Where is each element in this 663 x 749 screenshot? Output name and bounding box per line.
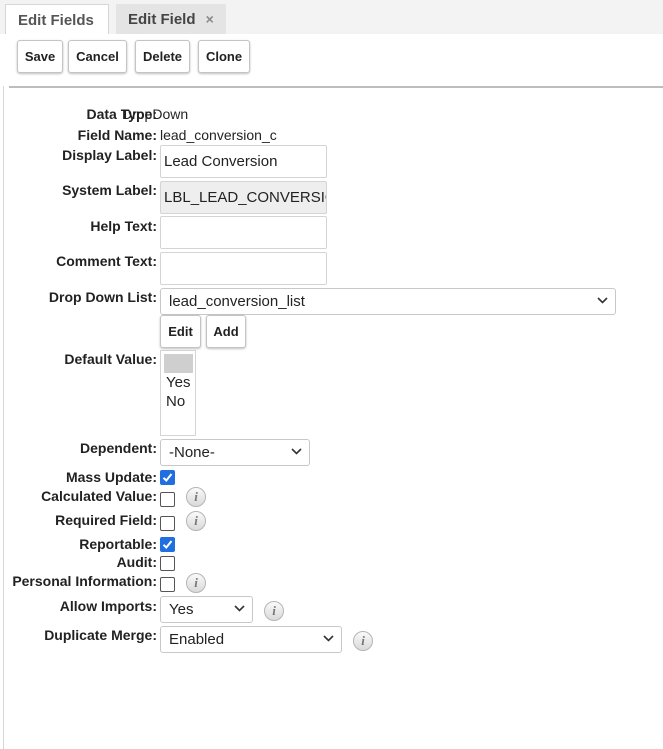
- chevron-down-icon: [323, 635, 334, 642]
- tab-edit-fields[interactable]: Edit Fields: [5, 4, 109, 34]
- chevron-down-icon: [234, 605, 245, 612]
- add-list-button[interactable]: Add: [206, 315, 246, 348]
- default-value-option-no[interactable]: No: [161, 392, 195, 411]
- audit-checkbox[interactable]: [160, 556, 175, 571]
- dependent-label: Dependent:: [80, 440, 157, 456]
- help-text-label: Help Text:: [90, 218, 157, 234]
- allow-imports-select[interactable]: Yes: [160, 596, 253, 623]
- display-label-label: Display Label:: [62, 147, 157, 163]
- chevron-down-icon: [291, 448, 302, 455]
- drop-down-list-value: lead_conversion_list: [169, 293, 305, 310]
- default-value-option-yes[interactable]: Yes: [161, 373, 195, 392]
- cancel-button[interactable]: Cancel: [68, 40, 127, 73]
- comment-text-input[interactable]: [160, 252, 327, 285]
- delete-button[interactable]: Delete: [135, 40, 190, 73]
- toolbar: Save Cancel Delete Clone: [0, 34, 663, 86]
- tab-edit-fields-label: Edit Fields: [18, 12, 94, 29]
- required-field-checkbox[interactable]: [160, 516, 175, 531]
- personal-information-label: Personal Information:: [12, 573, 157, 589]
- dependent-select[interactable]: -None-: [160, 439, 310, 466]
- tab-edit-field[interactable]: Edit Field ×: [116, 4, 226, 34]
- checkmark-icon: [162, 473, 173, 482]
- required-field-label: Required Field:: [55, 512, 157, 528]
- allow-imports-value: Yes: [169, 601, 194, 618]
- field-name-label: Field Name:: [77, 127, 157, 143]
- left-border: [3, 86, 4, 749]
- audit-label: Audit:: [116, 554, 157, 570]
- info-icon[interactable]: i: [186, 573, 206, 593]
- info-icon[interactable]: i: [353, 631, 373, 651]
- drop-down-list-select[interactable]: lead_conversion_list: [160, 288, 616, 315]
- calculated-value-label: Calculated Value:: [41, 488, 157, 504]
- data-type-value: DropDown: [122, 106, 189, 122]
- info-icon[interactable]: i: [186, 487, 206, 507]
- reportable-checkbox[interactable]: [160, 537, 175, 552]
- system-label-label: System Label:: [62, 182, 157, 198]
- tab-bar: Edit Fields Edit Field ×: [0, 0, 663, 34]
- save-button[interactable]: Save: [17, 40, 63, 73]
- allow-imports-label: Allow Imports:: [59, 598, 157, 614]
- field-name-value: lead_conversion_c: [160, 127, 277, 143]
- calculated-value-checkbox[interactable]: [160, 492, 175, 507]
- default-value-label: Default Value:: [64, 351, 157, 367]
- comment-text-label: Comment Text:: [56, 253, 157, 269]
- drop-down-list-label: Drop Down List:: [48, 289, 157, 305]
- info-icon[interactable]: i: [186, 511, 206, 531]
- duplicate-merge-label: Duplicate Merge:: [44, 627, 157, 643]
- edit-list-button[interactable]: Edit: [160, 315, 201, 348]
- toolbar-divider: [9, 86, 663, 88]
- checkmark-icon: [162, 540, 173, 549]
- close-icon[interactable]: ×: [206, 11, 214, 27]
- system-label-input: LBL_LEAD_CONVERSION: [160, 181, 327, 214]
- mass-update-label: Mass Update:: [65, 469, 157, 485]
- chevron-down-icon: [597, 297, 608, 304]
- default-value-listbox[interactable]: Yes No: [160, 350, 196, 436]
- reportable-label: Reportable:: [79, 536, 157, 552]
- clone-button[interactable]: Clone: [198, 40, 250, 73]
- info-icon[interactable]: i: [264, 601, 284, 621]
- display-label-input[interactable]: Lead Conversion: [160, 145, 327, 178]
- dependent-value: -None-: [169, 444, 215, 461]
- duplicate-merge-select[interactable]: Enabled: [160, 626, 342, 653]
- help-text-input[interactable]: [160, 216, 327, 249]
- mass-update-checkbox[interactable]: [160, 470, 175, 485]
- personal-information-checkbox[interactable]: [160, 577, 175, 592]
- tab-edit-field-label: Edit Field: [128, 11, 196, 28]
- duplicate-merge-value: Enabled: [169, 631, 225, 648]
- default-value-option-blank[interactable]: [164, 354, 193, 373]
